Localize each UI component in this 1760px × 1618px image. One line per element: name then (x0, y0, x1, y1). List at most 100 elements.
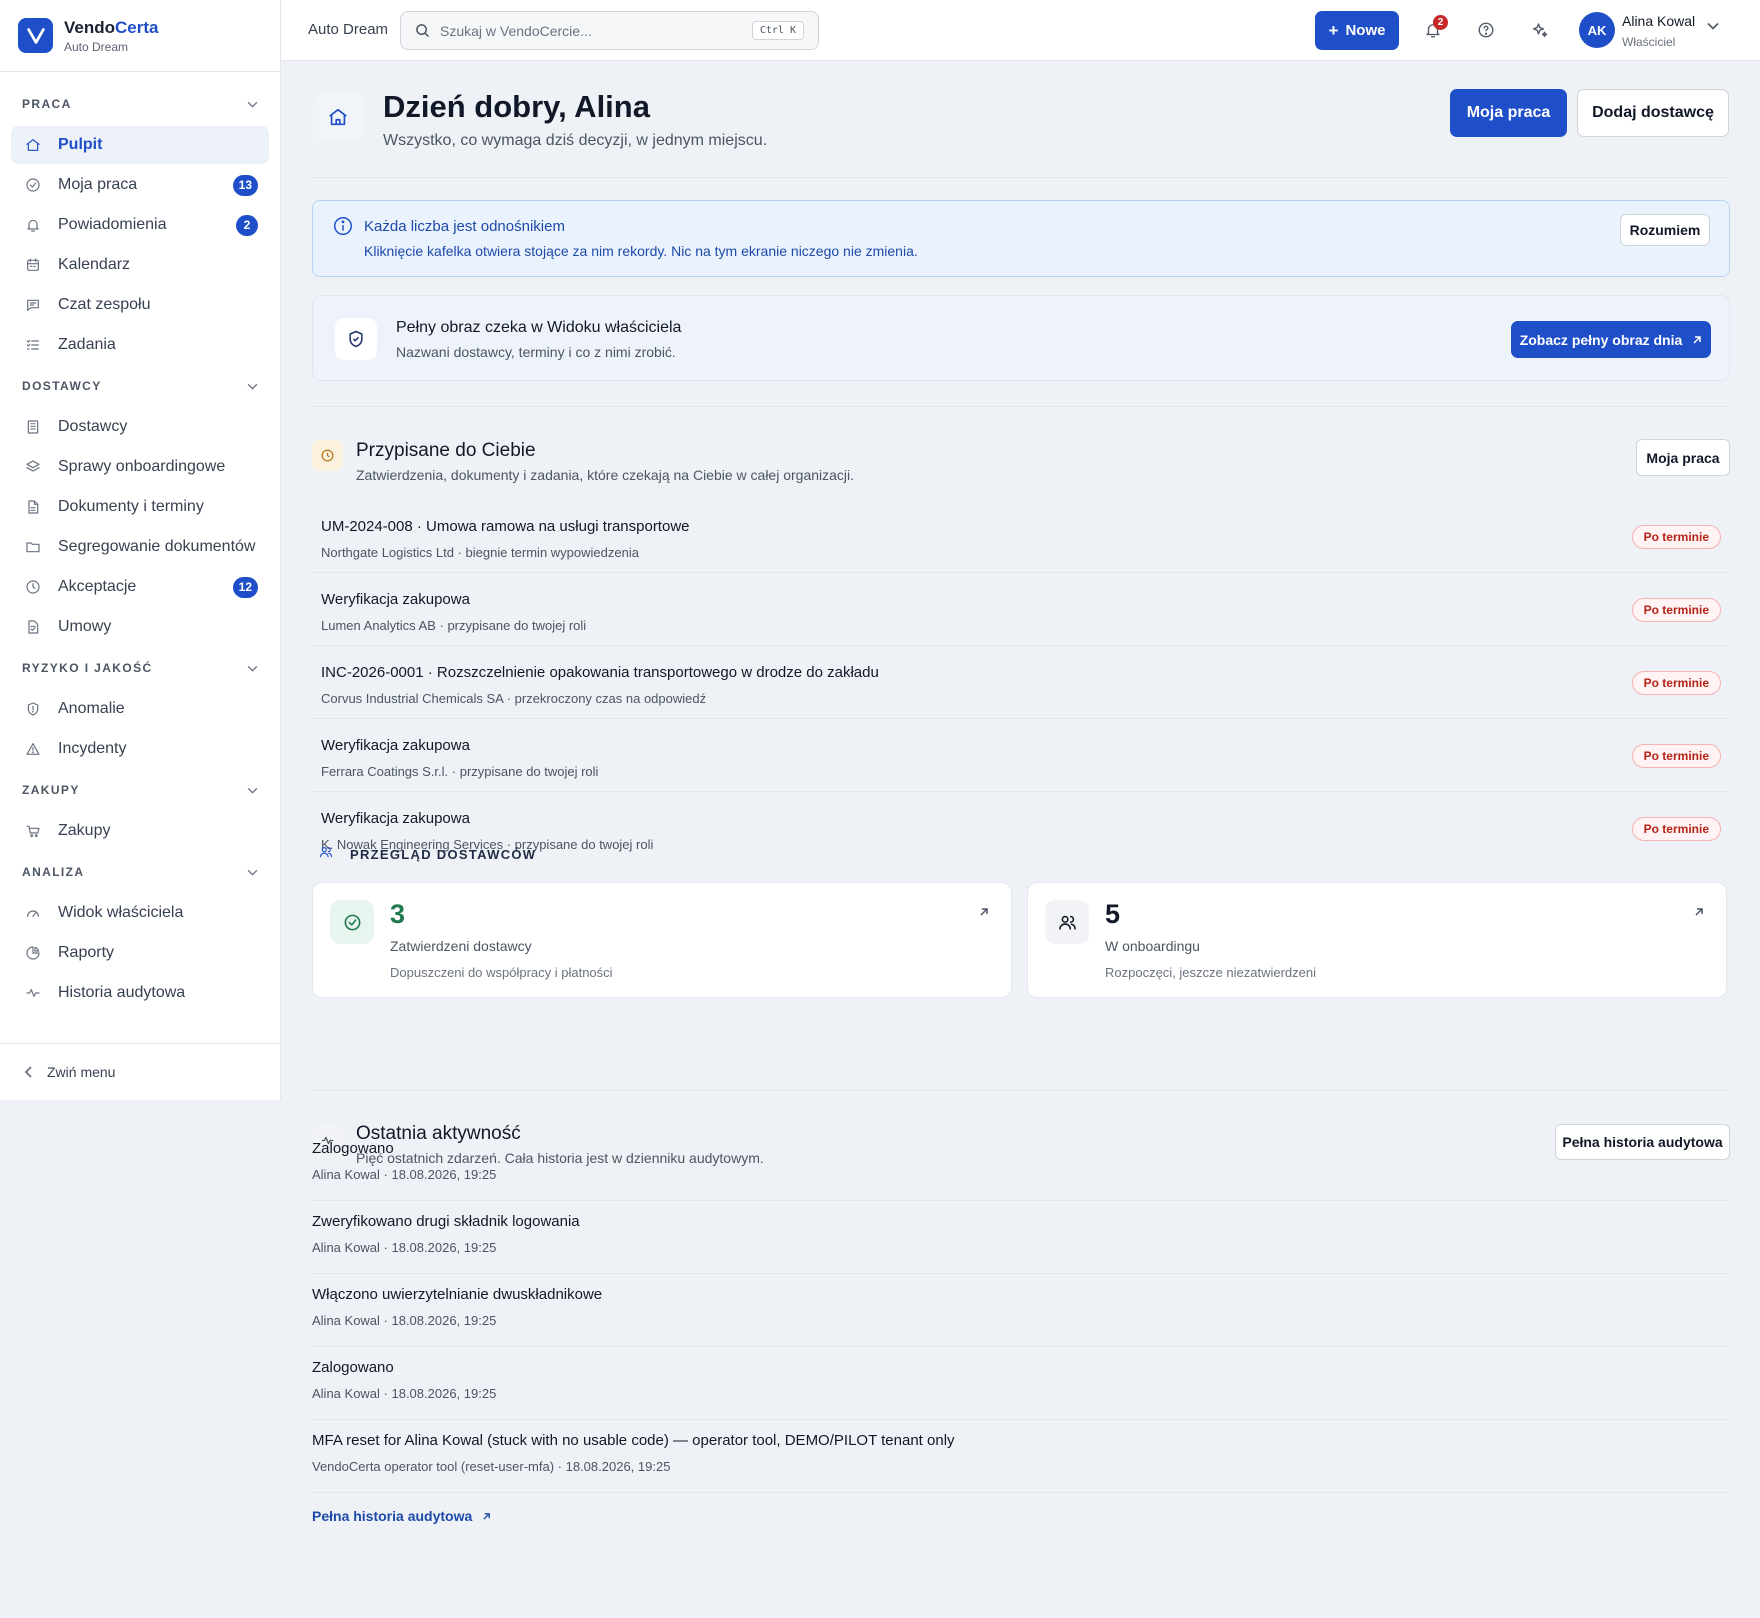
stat-value: 3 (390, 899, 406, 929)
task-row[interactable]: UM-2024-008 · Umowa ramowa na usługi tra… (312, 500, 1730, 573)
divider (312, 177, 1729, 178)
collapse-menu-button[interactable]: Zwiń menu (0, 1043, 280, 1100)
sidebar-item-label: Moja praca (58, 176, 138, 193)
add-supplier-button[interactable]: Dodaj dostawcę (1577, 89, 1729, 137)
clock-icon (312, 440, 343, 471)
help-icon[interactable] (1475, 19, 1497, 41)
activity-title: Zalogowano (312, 1359, 394, 1376)
open-owner-view-label: Zobacz pełny obraz dnia (1519, 331, 1683, 348)
nav-section-title: RYZYKO I JAKOŚĆ (22, 661, 153, 675)
task-row[interactable]: Weryfikacja zakupowa Ferrara Coatings S.r… (312, 719, 1730, 792)
sidebar-item-pulpit[interactable]: Pulpit (11, 126, 269, 164)
check-circle-icon (330, 900, 374, 944)
stat-card-zatwierdzeni-dostawcy[interactable]: 3 Zatwierdzeni dostawcy Dopuszczeni do wsp… (312, 882, 1012, 998)
open-owner-view-button[interactable]: Zobacz pełny obraz dnia (1511, 321, 1711, 358)
nav-section-dostawcy[interactable]: DOSTAWCY (0, 366, 280, 406)
shield-icon (24, 700, 42, 718)
file-icon (24, 498, 42, 516)
sparkles-icon[interactable] (1529, 19, 1551, 41)
sidebar-item-powiadomienia[interactable]: Powiadomienia 2 (11, 206, 269, 244)
activity-row[interactable]: Włączono uwierzytelnianie dwuskładnikowe… (312, 1274, 1730, 1347)
brand-org: Auto Dream (64, 39, 129, 54)
sidebar-item-widok-wlasciciela[interactable]: Widok właściciela (11, 894, 269, 932)
status-badge: Po terminie (1631, 744, 1721, 768)
activity-meta: VendoCerta operator tool (reset-user-mfa… (312, 1459, 671, 1474)
sidebar-item-label: Incydenty (58, 740, 127, 757)
sidebar-item-segregowanie-dokumentow[interactable]: Segregowanie dokumentów (11, 528, 269, 566)
plus-icon: + (1328, 20, 1339, 40)
clock-icon (24, 578, 42, 596)
sidebar-item-kalendarz[interactable]: Kalendarz (11, 246, 269, 284)
activity-meta: Alina Kowal · 18.08.2026, 19:25 (312, 1386, 497, 1401)
user-role: Właściciel (1622, 35, 1676, 49)
nav-section-title: DOSTAWCY (22, 379, 102, 393)
org-switcher[interactable]: Auto Dream (308, 21, 388, 38)
sidebar-item-czat-zespolu[interactable]: Czat zespołu (11, 286, 269, 324)
task-subtitle: Northgate Logistics Ltd · biegnie termin… (321, 545, 639, 560)
task-title: Weryfikacja zakupowa (321, 810, 470, 827)
new-button[interactable]: + Nowe (1315, 11, 1399, 50)
sidebar-item-incydenty[interactable]: Incydenty (11, 730, 269, 768)
owner-view-subtitle: Nazwani dostawcy, terminy i co z nimi zr… (396, 344, 676, 360)
logo-icon (18, 18, 53, 53)
sidebar-item-label: Pulpit (58, 136, 103, 153)
sidebar-item-raporty[interactable]: Raporty (11, 934, 269, 972)
assigned-subtitle: Zatwierdzenia, dokumenty i zadania, któr… (356, 467, 855, 483)
new-button-label: Nowe (1345, 22, 1386, 39)
nav-section-zakupy[interactable]: ZAKUPY (0, 770, 280, 810)
sidebar-item-label: Powiadomienia (58, 216, 167, 233)
activity-row[interactable]: MFA reset for Alina Kowal (stuck with no… (312, 1420, 1730, 1493)
task-row[interactable]: INC-2026-0001 · Rozszczelnienie opakowan… (312, 646, 1730, 719)
pie-chart-icon (24, 944, 42, 962)
activity-row[interactable]: Zweryfikowano drugi składnik logowania Al… (312, 1201, 1730, 1274)
chevron-down-icon[interactable] (1707, 22, 1719, 30)
activity-title: Zalogowano (312, 1140, 394, 1157)
assigned-my-work-button[interactable]: Moja praca (1636, 439, 1730, 476)
notification-badge: 2 (1433, 15, 1448, 30)
stat-label: W onboardingu (1105, 938, 1200, 954)
sidebar-item-label: Raporty (58, 944, 115, 961)
nav-section-analiza[interactable]: ANALIZA (0, 852, 280, 892)
sidebar-item-dostawcy[interactable]: Dostawcy (11, 408, 269, 446)
info-icon (332, 215, 354, 237)
sidebar-item-label: Akceptacje (58, 578, 137, 595)
users-icon (319, 845, 333, 859)
search-input[interactable]: Szukaj w VendoCercie... Ctrl K (400, 11, 819, 50)
arrow-up-right-icon (979, 907, 989, 917)
sidebar-item-umowy[interactable]: Umowy (11, 608, 269, 646)
owner-view-title: Pełny obraz czeka w Widoku właściciela (396, 319, 682, 336)
task-row[interactable]: Weryfikacja zakupowa Lumen Analytics AB ·… (312, 573, 1730, 646)
activity-row[interactable]: Zalogowano Alina Kowal · 18.08.2026, 19:2… (312, 1128, 1730, 1201)
sidebar-item-akceptacje[interactable]: Akceptacje 12 (11, 568, 269, 606)
sidebar-item-label: Anomalie (58, 700, 125, 717)
status-badge: Po terminie (1631, 817, 1721, 841)
activity-row[interactable]: Zalogowano Alina Kowal · 18.08.2026, 19:2… (312, 1347, 1730, 1420)
sidebar-item-moja-praca[interactable]: Moja praca 13 (11, 166, 269, 204)
my-work-button[interactable]: Moja praca (1450, 89, 1567, 137)
stat-card-w-onboardingu[interactable]: 5 W onboardingu Rozpoczęci, jeszcze niezat… (1027, 882, 1727, 998)
page-title: Dzień dobry, Alina (383, 89, 650, 124)
sidebar-item-anomalie[interactable]: Anomalie (11, 690, 269, 728)
building-icon (24, 418, 42, 436)
sidebar-item-label: Dostawcy (58, 418, 128, 435)
nav-section-ryzyko-i-jakosc[interactable]: RYZYKO I JAKOŚĆ (0, 648, 280, 688)
sidebar-item-zadania[interactable]: Zadania (11, 326, 269, 364)
stat-label: Zatwierdzeni dostawcy (390, 938, 532, 954)
sidebar-item-historia-audytowa[interactable]: Historia audytowa (11, 974, 269, 1012)
dismiss-info-button[interactable]: Rozumiem (1620, 214, 1710, 246)
nav-section-praca[interactable]: PRACA (0, 84, 280, 124)
audit-history-link[interactable]: Pełna historia audytowa (312, 1508, 491, 1524)
user-name[interactable]: Alina Kowal (1622, 13, 1695, 29)
activity-meta: Alina Kowal · 18.08.2026, 19:25 (312, 1167, 497, 1182)
search-shortcut: Ctrl K (751, 21, 804, 40)
info-banner: Każda liczba jest odnośnikiem Kliknięcie… (312, 200, 1730, 277)
sidebar-item-dokumenty-i-terminy[interactable]: Dokumenty i terminy (11, 488, 269, 526)
arrow-up-right-icon (1692, 335, 1702, 345)
sidebar-item-zakupy[interactable]: Zakupy (11, 812, 269, 850)
brand[interactable]: VendoCerta Auto Dream (0, 0, 280, 72)
avatar[interactable]: AK (1579, 12, 1615, 48)
nav-section-title: ZAKUPY (22, 783, 80, 797)
status-badge: Po terminie (1631, 598, 1721, 622)
count-badge: 13 (232, 174, 258, 196)
sidebar-item-sprawy-onboardingowe[interactable]: Sprawy onboardingowe (11, 448, 269, 486)
